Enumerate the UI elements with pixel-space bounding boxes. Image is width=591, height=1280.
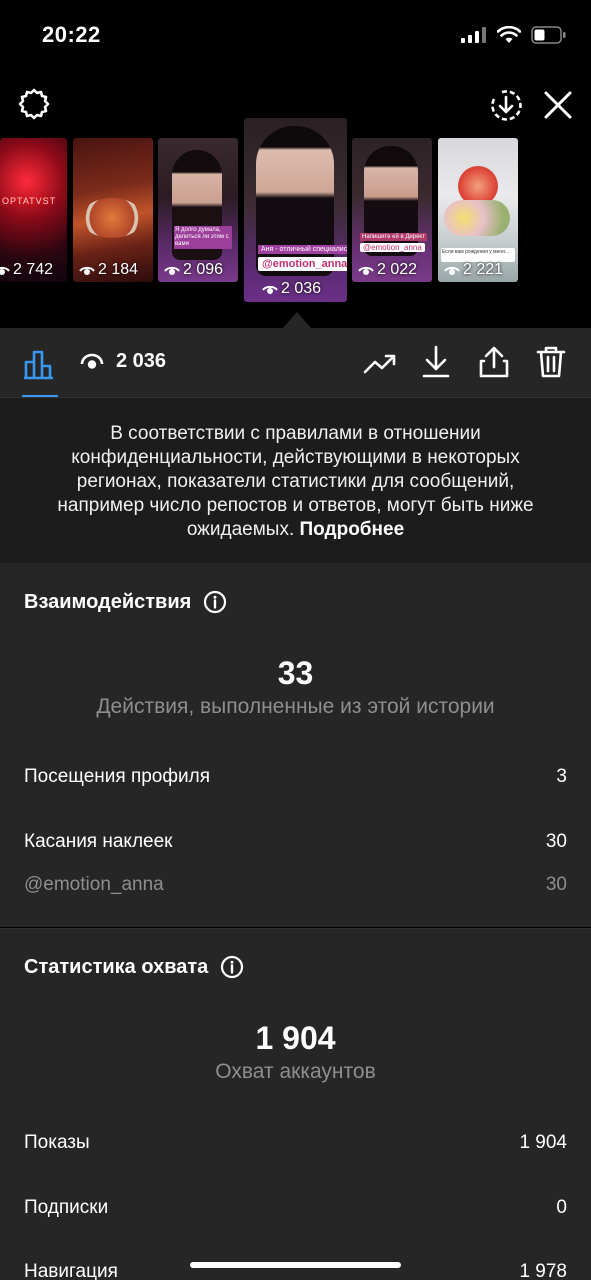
stat-value: 30 bbox=[545, 874, 567, 895]
stat-label: Навигация bbox=[24, 1261, 118, 1280]
bar-chart-icon bbox=[24, 350, 53, 380]
active-tab-indicator bbox=[22, 395, 58, 397]
story-thumbnails: OPTATVST 2 742 2 184 Я долго думала, дел… bbox=[0, 118, 591, 328]
stat-label: Показы bbox=[24, 1132, 90, 1153]
trash-icon bbox=[536, 346, 566, 378]
stat-label: Посещения профиля bbox=[24, 766, 210, 787]
story-thumbnail[interactable]: Если вам рождения у меня... 2 221 bbox=[438, 138, 518, 282]
section-title-text: Взаимодействия bbox=[24, 590, 192, 613]
story-thumbnail[interactable]: OPTATVST 2 742 bbox=[0, 138, 67, 282]
eye-icon bbox=[164, 266, 180, 275]
stat-label: @emotion_anna bbox=[24, 874, 164, 895]
stat-subrow: @emotion_anna 30 bbox=[24, 874, 567, 896]
viewers-count: 2 036 bbox=[116, 350, 167, 372]
save-button[interactable] bbox=[418, 342, 454, 382]
download-icon bbox=[422, 345, 450, 378]
viewers-button[interactable]: 2 036 bbox=[80, 350, 166, 373]
story-views: 2 036 bbox=[262, 280, 321, 298]
eye-icon bbox=[262, 285, 278, 294]
interactions-caption: Действия, выполненные из этой истории bbox=[96, 695, 495, 718]
insights-toolbar: 2 036 bbox=[0, 328, 591, 398]
wifi-icon bbox=[497, 26, 521, 43]
eye-icon bbox=[444, 266, 460, 275]
story-views-count: 2 036 bbox=[281, 280, 322, 297]
story-thumbnail[interactable]: 2 184 bbox=[73, 138, 153, 282]
stat-label: Подписки bbox=[24, 1197, 109, 1218]
stat-value: 1 978 bbox=[519, 1261, 567, 1280]
stat-row: Касания наклеек 30 bbox=[24, 831, 567, 853]
stat-value: 0 bbox=[556, 1197, 567, 1218]
story-views: 2 221 bbox=[444, 261, 503, 279]
food-plate-image bbox=[81, 198, 143, 238]
cellular-signal-icon bbox=[461, 27, 486, 43]
status-bar: 20:22 bbox=[0, 0, 591, 70]
share-icon bbox=[479, 346, 509, 378]
story-views: 2 022 bbox=[358, 261, 417, 279]
battery-icon bbox=[531, 26, 566, 44]
learn-more-link[interactable]: Подробнее bbox=[300, 519, 405, 540]
story-thumbnail[interactable]: Напишите ей в Директ @emotion_anna 2 022 bbox=[352, 138, 432, 282]
story-caption: Напишите ей в Директ bbox=[360, 233, 427, 241]
story-views-count: 2 221 bbox=[463, 261, 504, 278]
story-views: 2 096 bbox=[164, 261, 223, 279]
trending-up-icon bbox=[363, 354, 396, 374]
insights-tab[interactable] bbox=[20, 344, 60, 384]
eye-icon bbox=[0, 266, 10, 275]
reach-title: Статистика охвата bbox=[24, 955, 244, 979]
mention-sticker: @emotion_anna bbox=[360, 243, 425, 252]
stat-value: 30 bbox=[545, 831, 567, 852]
interactions-title: Взаимодействия bbox=[24, 590, 227, 614]
flowers-photo bbox=[444, 200, 510, 236]
privacy-notice: В соответствии с правилами в отношении к… bbox=[0, 398, 591, 563]
gear-icon bbox=[18, 88, 50, 120]
story-caption: Я долго думала, делиться ли этим с вами bbox=[174, 226, 232, 249]
story-thumbnail[interactable]: Я долго думала, делиться ли этим с вами … bbox=[158, 138, 238, 282]
story-views-count: 2 742 bbox=[13, 261, 54, 278]
mention-sticker: @emotion_anna bbox=[258, 257, 347, 271]
info-icon[interactable] bbox=[203, 590, 227, 614]
home-indicator[interactable] bbox=[190, 1262, 401, 1268]
eye-icon bbox=[79, 266, 95, 275]
reach-total: 1 904 bbox=[255, 1020, 336, 1056]
story-views-count: 2 096 bbox=[183, 261, 224, 278]
eye-icon bbox=[358, 266, 374, 275]
privacy-notice-text: В соответствии с правилами в отношении к… bbox=[57, 423, 534, 540]
status-time: 20:22 bbox=[42, 22, 101, 47]
eye-icon bbox=[80, 353, 104, 369]
stat-row: Подписки 0 bbox=[24, 1197, 567, 1219]
stat-row: Показы 1 904 bbox=[24, 1132, 567, 1154]
section-title-text: Статистика охвата bbox=[24, 955, 209, 978]
reach-section: Статистика охвата 1 904 Охват аккаунтов … bbox=[0, 928, 591, 1280]
delete-button[interactable] bbox=[532, 342, 570, 382]
promote-button[interactable] bbox=[360, 344, 400, 384]
selected-story-pointer bbox=[283, 312, 311, 328]
stat-label: Касания наклеек bbox=[24, 831, 173, 852]
story-thumbnail-selected[interactable]: Аня - отличный специалист! @emotion_anna… bbox=[244, 118, 347, 302]
stat-row: Посещения профиля 3 bbox=[24, 766, 567, 788]
story-caption: OPTATVST bbox=[2, 196, 57, 206]
story-caption: Если вам рождения у меня... bbox=[441, 248, 515, 262]
interactions-section: Взаимодействия 33 Действия, выполненные … bbox=[0, 563, 591, 927]
story-caption: Аня - отличный специалист! bbox=[258, 245, 347, 254]
story-views-count: 2 184 bbox=[98, 261, 139, 278]
info-icon[interactable] bbox=[220, 955, 244, 979]
interactions-total: 33 bbox=[277, 655, 314, 691]
story-views: 2 742 bbox=[0, 261, 53, 279]
settings-button[interactable] bbox=[16, 86, 52, 122]
story-views-count: 2 022 bbox=[377, 261, 418, 278]
share-button[interactable] bbox=[475, 342, 513, 382]
stat-value: 1 904 bbox=[519, 1132, 567, 1153]
close-icon bbox=[544, 91, 572, 119]
reach-caption: Охват аккаунтов bbox=[215, 1060, 376, 1083]
story-views: 2 184 bbox=[79, 261, 138, 279]
stat-value: 3 bbox=[556, 766, 567, 787]
